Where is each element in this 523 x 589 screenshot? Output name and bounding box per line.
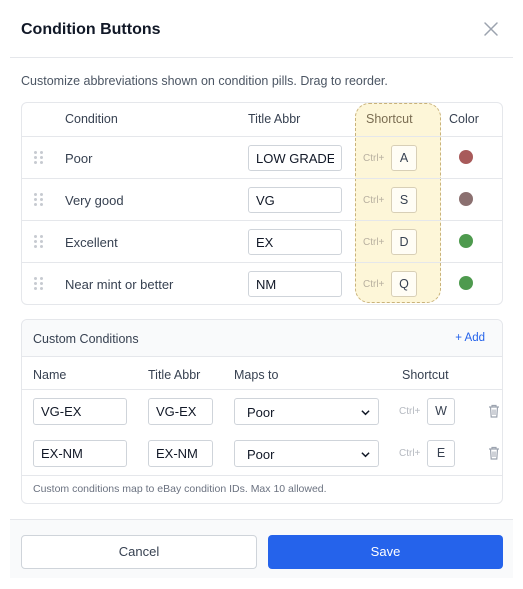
condition-name: Poor	[65, 151, 93, 166]
custom-abbr-input[interactable]	[148, 440, 213, 467]
trash-icon[interactable]	[488, 404, 500, 418]
condition-name: Near mint or better	[65, 277, 174, 292]
drag-handle-icon[interactable]	[34, 151, 43, 165]
custom-shortcut-key[interactable]: W	[427, 398, 455, 425]
chevron-down-icon	[361, 410, 370, 416]
add-condition-button[interactable]: + Add	[455, 332, 485, 344]
dialog-description: Customize abbreviations shown on conditi…	[21, 74, 388, 88]
custom-conditions-panel: Custom Conditions + Add Name Title Abbr …	[21, 319, 503, 504]
color-swatch[interactable]	[459, 192, 473, 206]
custom-conditions-title: Custom Conditions	[33, 332, 139, 346]
column-header-color: Color	[449, 112, 479, 126]
shortcut-key[interactable]: A	[391, 145, 417, 171]
drag-handle-icon[interactable]	[34, 193, 43, 207]
divider	[22, 475, 502, 476]
color-swatch[interactable]	[459, 276, 473, 290]
trash-icon[interactable]	[488, 446, 500, 460]
chevron-down-icon	[361, 452, 370, 458]
custom-abbr-input[interactable]	[148, 398, 213, 425]
column-header-condition: Condition	[65, 112, 118, 126]
dialog-title: Condition Buttons	[21, 21, 161, 38]
conditions-table: Condition Title Abbr Shortcut Color Poor…	[21, 102, 503, 305]
custom-name-input[interactable]	[33, 440, 127, 467]
column-header-maps-to: Maps to	[234, 368, 279, 382]
maps-to-value: Poor	[247, 447, 275, 462]
maps-to-value: Poor	[247, 405, 275, 420]
ctrl-label: Ctrl+	[363, 195, 385, 206]
ctrl-label: Ctrl+	[399, 406, 421, 417]
drag-handle-icon[interactable]	[34, 277, 43, 291]
title-abbr-input[interactable]	[248, 271, 342, 297]
custom-conditions-note: Custom conditions map to eBay condition …	[33, 483, 327, 495]
condition-row: Poor Ctrl+ A	[22, 136, 502, 178]
shortcut-key[interactable]: D	[391, 229, 417, 255]
custom-conditions-header: Custom Conditions + Add	[22, 320, 502, 357]
ctrl-label: Ctrl+	[399, 448, 421, 459]
custom-shortcut-key[interactable]: E	[427, 440, 455, 467]
title-abbr-input[interactable]	[248, 187, 342, 213]
close-icon[interactable]	[482, 20, 500, 38]
condition-name: Excellent	[65, 235, 118, 250]
cancel-button[interactable]: Cancel	[21, 535, 257, 569]
condition-buttons-dialog: Condition Buttons Customize abbreviation…	[10, 0, 513, 578]
column-header-name: Name	[33, 368, 67, 382]
title-abbr-input[interactable]	[248, 145, 342, 171]
title-abbr-input[interactable]	[248, 229, 342, 255]
column-header-title-abbr: Title Abbr	[248, 112, 301, 126]
dialog-footer: Cancel Save	[10, 519, 513, 578]
column-header-title-abbr: Title Abbr	[148, 368, 201, 382]
custom-name-input[interactable]	[33, 398, 127, 425]
drag-handle-icon[interactable]	[34, 235, 43, 249]
shortcut-key[interactable]: Q	[391, 271, 417, 297]
save-button[interactable]: Save	[268, 535, 503, 569]
ctrl-label: Ctrl+	[363, 237, 385, 248]
maps-to-select[interactable]: Poor	[234, 398, 379, 425]
condition-row: Excellent Ctrl+ D	[22, 220, 502, 262]
column-header-shortcut: Shortcut	[366, 112, 413, 126]
color-swatch[interactable]	[459, 234, 473, 248]
column-header-shortcut: Shortcut	[402, 368, 449, 382]
condition-name: Very good	[65, 193, 124, 208]
ctrl-label: Ctrl+	[363, 153, 385, 164]
condition-row: Near mint or better Ctrl+ Q	[22, 262, 502, 304]
condition-row: Very good Ctrl+ S	[22, 178, 502, 220]
divider	[22, 389, 502, 390]
color-swatch[interactable]	[459, 150, 473, 164]
dialog-header: Condition Buttons	[10, 0, 513, 58]
ctrl-label: Ctrl+	[363, 279, 385, 290]
shortcut-key[interactable]: S	[391, 187, 417, 213]
maps-to-select[interactable]: Poor	[234, 440, 379, 467]
